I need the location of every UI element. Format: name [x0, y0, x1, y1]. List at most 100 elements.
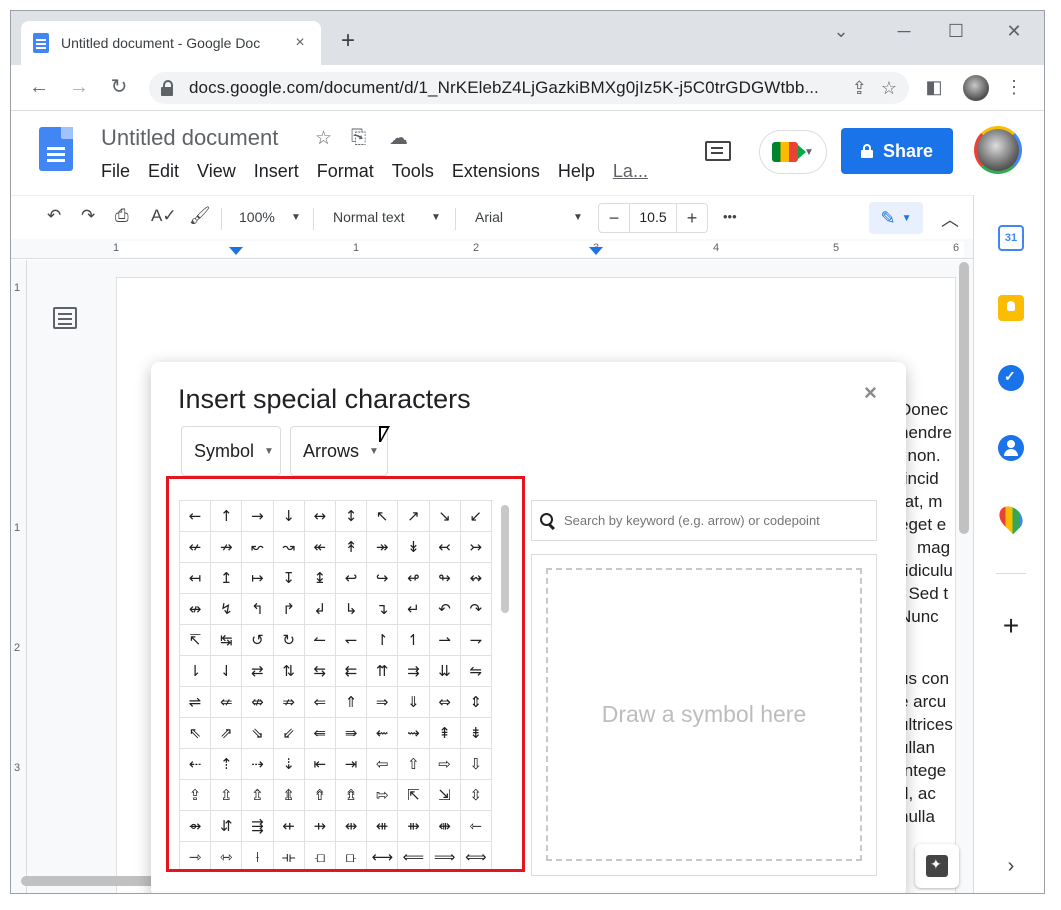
document-text: eget e [899, 515, 947, 534]
star-icon[interactable]: ☆ [881, 78, 897, 99]
style-select[interactable]: Normal text [333, 209, 405, 225]
search-input[interactable] [564, 513, 868, 528]
expand-panel-icon[interactable]: › [998, 855, 1024, 878]
share-icon[interactable]: ⇪ [852, 78, 867, 99]
font-size-stepper: − 10.5 + [598, 203, 708, 233]
chevron-down-icon: ▼ [264, 445, 274, 457]
close-tab-icon[interactable]: × [291, 34, 309, 52]
last-edit-link[interactable]: La... [613, 161, 648, 182]
undo-icon[interactable]: ↶ [47, 206, 61, 226]
spellcheck-icon[interactable]: A✓ [151, 206, 177, 226]
ruler-number: 5 [833, 242, 840, 254]
dialog-title: Insert special characters [178, 384, 471, 414]
font-size-input[interactable]: 10.5 [629, 203, 677, 233]
right-indent-marker[interactable] [589, 247, 603, 255]
tab-title: Untitled document - Google Doc [61, 35, 261, 51]
category-dropdown[interactable]: Symbol ▼ [181, 426, 281, 476]
chevron-down-icon[interactable]: ▼ [573, 212, 583, 223]
document-outline-icon[interactable] [53, 307, 77, 329]
share-button[interactable]: Share [841, 128, 953, 174]
increase-font-size-button[interactable]: + [677, 208, 707, 229]
ruler-number: 4 [713, 242, 720, 254]
draw-symbol-area[interactable]: Draw a symbol here [531, 554, 877, 876]
ruler-number: 1 [14, 282, 21, 294]
menu-view[interactable]: View [197, 161, 236, 182]
new-tab-button[interactable]: + [336, 29, 360, 53]
ruler-number: 2 [14, 642, 21, 654]
kebab-menu-icon[interactable]: ⋮ [1003, 77, 1025, 98]
ruler-number: 3 [14, 762, 21, 774]
maps-icon[interactable] [994, 501, 1028, 535]
menu-edit[interactable]: Edit [148, 161, 179, 182]
omnibox[interactable]: docs.google.com/document/d/1_NrKElebZ4Lj… [149, 72, 909, 104]
more-options-icon[interactable]: ••• [723, 209, 737, 224]
forward-button[interactable]: → [67, 75, 91, 99]
zoom-select[interactable]: 100% [239, 209, 275, 225]
subcategory-label: Arrows [303, 440, 360, 461]
vertical-scrollbar[interactable] [959, 262, 969, 534]
tasks-icon[interactable] [998, 365, 1024, 391]
special-characters-dialog: Insert special characters × Symbol ▼ Arr… [151, 362, 906, 893]
comment-history-icon[interactable] [705, 141, 731, 161]
close-dialog-button[interactable]: × [864, 380, 877, 406]
decrease-font-size-button[interactable]: − [599, 208, 629, 229]
address-bar: ← → ↻ docs.google.com/document/d/1_NrKEl… [11, 65, 1044, 111]
menu-insert[interactable]: Insert [254, 161, 299, 182]
redo-icon[interactable]: ↷ [81, 206, 95, 226]
browser-tab[interactable]: Untitled document - Google Doc × [21, 21, 321, 65]
left-indent-marker[interactable] [229, 247, 243, 255]
chevron-down-icon[interactable]: ▼ [291, 212, 301, 223]
horizontal-ruler[interactable]: 1 1 2 3 4 5 6 [11, 239, 973, 259]
move-folder-icon[interactable]: ⎘ [351, 127, 366, 149]
subcategory-dropdown[interactable]: Arrows ▼ [290, 426, 388, 476]
ruler-number: 1 [353, 242, 360, 254]
chevron-down-icon[interactable]: ▼ [431, 212, 441, 223]
editing-mode-button[interactable]: ✎ ▼ [869, 202, 923, 234]
profile-avatar[interactable] [963, 75, 989, 101]
menu-tools[interactable]: Tools [392, 161, 434, 182]
keep-icon[interactable] [998, 295, 1024, 321]
font-select[interactable]: Arial [475, 209, 503, 225]
docs-logo-icon[interactable] [39, 127, 73, 171]
vertical-ruler[interactable]: 1 1 2 3 [11, 260, 27, 893]
document-title[interactable]: Untitled document [101, 125, 278, 151]
contacts-icon[interactable] [998, 435, 1024, 461]
print-icon[interactable]: ⎙ [115, 206, 129, 226]
draw-canvas[interactable]: Draw a symbol here [546, 568, 862, 861]
explore-button[interactable] [915, 844, 959, 888]
close-window-button[interactable]: ✕ [999, 21, 1029, 42]
collapse-menus-icon[interactable]: ︿ [941, 206, 959, 232]
search-icon [540, 512, 556, 529]
document-text: ultrices [899, 715, 953, 734]
tab-bar: Untitled document - Google Doc × + ⌄ ─ ☐… [11, 11, 1044, 65]
calendar-icon[interactable]: 31 [998, 225, 1024, 251]
toolbar-divider [221, 208, 222, 230]
reload-button[interactable]: ↻ [107, 75, 131, 99]
meet-button[interactable]: ▼ [759, 130, 827, 174]
menu-extensions[interactable]: Extensions [452, 161, 540, 182]
toolbar-divider [455, 208, 456, 230]
lock-icon[interactable] [161, 80, 175, 96]
get-addons-button[interactable]: + [998, 610, 1024, 642]
url-text[interactable]: docs.google.com/document/d/1_NrKElebZ4Lj… [189, 78, 838, 98]
maximize-button[interactable]: ☐ [941, 21, 971, 42]
menu-format[interactable]: Format [317, 161, 374, 182]
lock-icon [860, 144, 873, 158]
share-label: Share [882, 140, 934, 161]
account-avatar[interactable] [974, 126, 1022, 174]
menu-file[interactable]: File [101, 161, 130, 182]
cloud-status-icon[interactable]: ☁ [389, 127, 408, 150]
browser-window: Untitled document - Google Doc × + ⌄ ─ ☐… [10, 10, 1045, 894]
paint-format-icon[interactable]: 🖌 [189, 206, 211, 226]
minimize-button[interactable]: ─ [889, 21, 919, 42]
tab-search-icon[interactable]: ⌄ [826, 21, 856, 42]
star-icon[interactable]: ☆ [315, 127, 332, 150]
back-button[interactable]: ← [27, 75, 51, 99]
side-panel-icon[interactable]: ◧ [923, 77, 945, 98]
document-text: mag [917, 538, 951, 557]
side-panel: 31 + › [973, 195, 1044, 893]
document-text: ridiculu [899, 561, 953, 580]
document-text: . Sed t [899, 584, 949, 603]
symbol-grid-scrollbar[interactable] [501, 505, 509, 613]
menu-help[interactable]: Help [558, 161, 595, 182]
